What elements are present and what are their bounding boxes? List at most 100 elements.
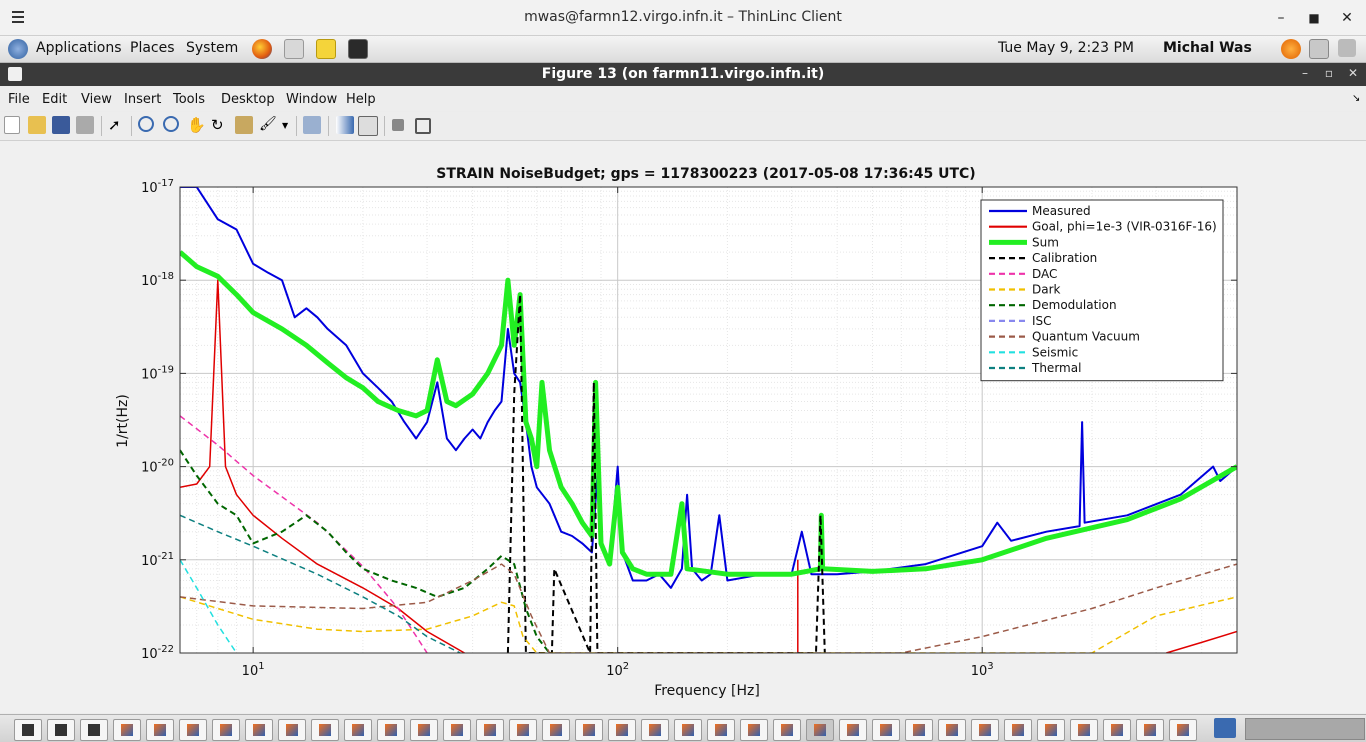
link-plot-icon[interactable] <box>303 116 321 134</box>
network-status-icon[interactable] <box>1309 39 1329 59</box>
taskbar-window-button[interactable] <box>1070 719 1098 741</box>
save-icon[interactable] <box>52 116 70 134</box>
taskbar-window-button[interactable] <box>1037 719 1065 741</box>
matlab-figure-icon <box>385 724 397 736</box>
toolbar-separator <box>131 116 132 136</box>
menu-window[interactable]: Window <box>286 92 337 107</box>
menu-view[interactable]: View <box>81 92 112 107</box>
taskbar-window-button[interactable] <box>179 719 207 741</box>
menu-places[interactable]: Places <box>130 40 175 56</box>
taskbar-window-button[interactable] <box>542 719 570 741</box>
workspace-pager[interactable] <box>1245 718 1365 740</box>
taskbar-window-button[interactable] <box>146 719 174 741</box>
clock[interactable]: Tue May 9, 2:23 PM <box>998 40 1134 56</box>
taskbar-window-button[interactable] <box>1004 719 1032 741</box>
menu-help[interactable]: Help <box>346 92 376 107</box>
legend: Measured Goal, phi=1e-3 (VIR-0316F-16)Sum… <box>980 199 1224 382</box>
taskbar-window-button[interactable] <box>608 719 636 741</box>
taskbar-window-button[interactable] <box>476 719 504 741</box>
taskbar-window-button[interactable] <box>14 719 42 741</box>
taskbar-window-button[interactable] <box>377 719 405 741</box>
workspace-switcher-icon[interactable] <box>1214 718 1236 738</box>
taskbar-window-button[interactable] <box>113 719 141 741</box>
close-icon[interactable]: ✕ <box>1338 9 1356 27</box>
taskbar-window-button[interactable] <box>971 719 999 741</box>
matlab-figure-icon <box>550 724 562 736</box>
menu-edit[interactable]: Edit <box>42 92 67 107</box>
taskbar-window-button[interactable] <box>674 719 702 741</box>
taskbar-window-button[interactable] <box>1103 719 1131 741</box>
menu-insert[interactable]: Insert <box>124 92 161 107</box>
gnome-foot-icon[interactable] <box>8 39 28 59</box>
legend-icon[interactable] <box>358 116 378 136</box>
colorbar-icon[interactable] <box>336 116 354 134</box>
top-panel: Applications Places System Tue May 9, 2:… <box>0 36 1366 63</box>
firefox-icon[interactable] <box>252 39 272 59</box>
print-icon[interactable] <box>76 116 94 134</box>
taskbar-window-button[interactable] <box>410 719 438 741</box>
brush-dropdown-icon[interactable]: ▼ <box>282 121 288 130</box>
taskbar-window-button[interactable] <box>740 719 768 741</box>
tick-label: 101 <box>242 661 265 679</box>
terminal-icon <box>22 724 34 736</box>
taskbar-window-button[interactable] <box>443 719 471 741</box>
figure-close-icon[interactable]: ✕ <box>1345 66 1361 80</box>
terminal-icon[interactable] <box>348 39 368 59</box>
data-cursor-icon[interactable] <box>235 116 253 134</box>
zoom-in-icon[interactable] <box>138 116 154 132</box>
taskbar-window-button[interactable] <box>245 719 273 741</box>
taskbar-window-button[interactable] <box>575 719 603 741</box>
tick-label: 10-21 <box>141 551 174 569</box>
taskbar-window-button[interactable] <box>1169 719 1197 741</box>
taskbar-window-button[interactable] <box>344 719 372 741</box>
menu-file[interactable]: File <box>8 92 30 107</box>
taskbar-window-button[interactable] <box>905 719 933 741</box>
taskbar-window-button[interactable] <box>311 719 339 741</box>
select-arrow-icon[interactable]: ➚ <box>108 116 126 134</box>
menu-applications[interactable]: Applications <box>36 40 122 56</box>
taskbar-window-button[interactable] <box>278 719 306 741</box>
taskbar-window-button[interactable] <box>80 719 108 741</box>
rotate-3d-icon[interactable]: ↻ <box>211 116 229 134</box>
hide-plot-tools-icon[interactable] <box>392 119 404 131</box>
taskbar-window-button[interactable] <box>509 719 537 741</box>
taskbar-window-button[interactable] <box>1136 719 1164 741</box>
legend-label: Thermal <box>1031 361 1081 375</box>
taskbar-window-button[interactable] <box>806 719 834 741</box>
user-name[interactable]: Michal Was <box>1163 40 1252 56</box>
legend-label: DAC <box>1032 267 1057 281</box>
volume-icon[interactable] <box>1338 39 1356 57</box>
matlab-figure-icon <box>517 724 529 736</box>
taskbar-window-button[interactable] <box>872 719 900 741</box>
taskbar-window-button[interactable] <box>707 719 735 741</box>
matlab-figure-icon <box>253 724 265 736</box>
matlab-figure-icon <box>418 724 430 736</box>
taskbar-window-button[interactable] <box>47 719 75 741</box>
zoom-out-icon[interactable] <box>163 116 179 132</box>
taskbar-window-button[interactable] <box>839 719 867 741</box>
taskbar-window-button[interactable] <box>212 719 240 741</box>
figure-minimize-icon[interactable]: – <box>1297 66 1313 80</box>
show-plot-tools-icon[interactable] <box>415 118 431 134</box>
taskbar-window-button[interactable] <box>938 719 966 741</box>
notes-icon[interactable] <box>316 39 336 59</box>
pan-hand-icon[interactable]: ✋ <box>187 116 206 134</box>
maximize-icon[interactable]: ■ <box>1305 9 1323 27</box>
legend-label: Demodulation <box>1032 298 1117 312</box>
chart-title: STRAIN NoiseBudget; gps = 1178300223 (20… <box>436 166 975 182</box>
noise-budget-plot[interactable]: 101 102 10310-2210-2110-2010-1910-1810-17 … <box>0 141 1366 713</box>
matlab-figure-icon <box>484 724 496 736</box>
menu-tools[interactable]: Tools <box>173 92 205 107</box>
taskbar-window-button[interactable] <box>773 719 801 741</box>
menu-desktop[interactable]: Desktop <box>221 92 275 107</box>
network-icon[interactable] <box>284 39 304 59</box>
taskbar-window-button[interactable] <box>641 719 669 741</box>
brush-icon[interactable]: 🖌 <box>259 116 277 134</box>
menu-system[interactable]: System <box>186 40 238 56</box>
dock-arrow-icon[interactable]: ↘ <box>1352 93 1360 104</box>
new-figure-icon[interactable] <box>4 116 20 134</box>
open-file-icon[interactable] <box>28 116 46 134</box>
minimize-icon[interactable]: – <box>1272 9 1290 27</box>
update-icon[interactable] <box>1281 39 1301 59</box>
figure-maximize-icon[interactable]: ▫ <box>1321 66 1337 80</box>
